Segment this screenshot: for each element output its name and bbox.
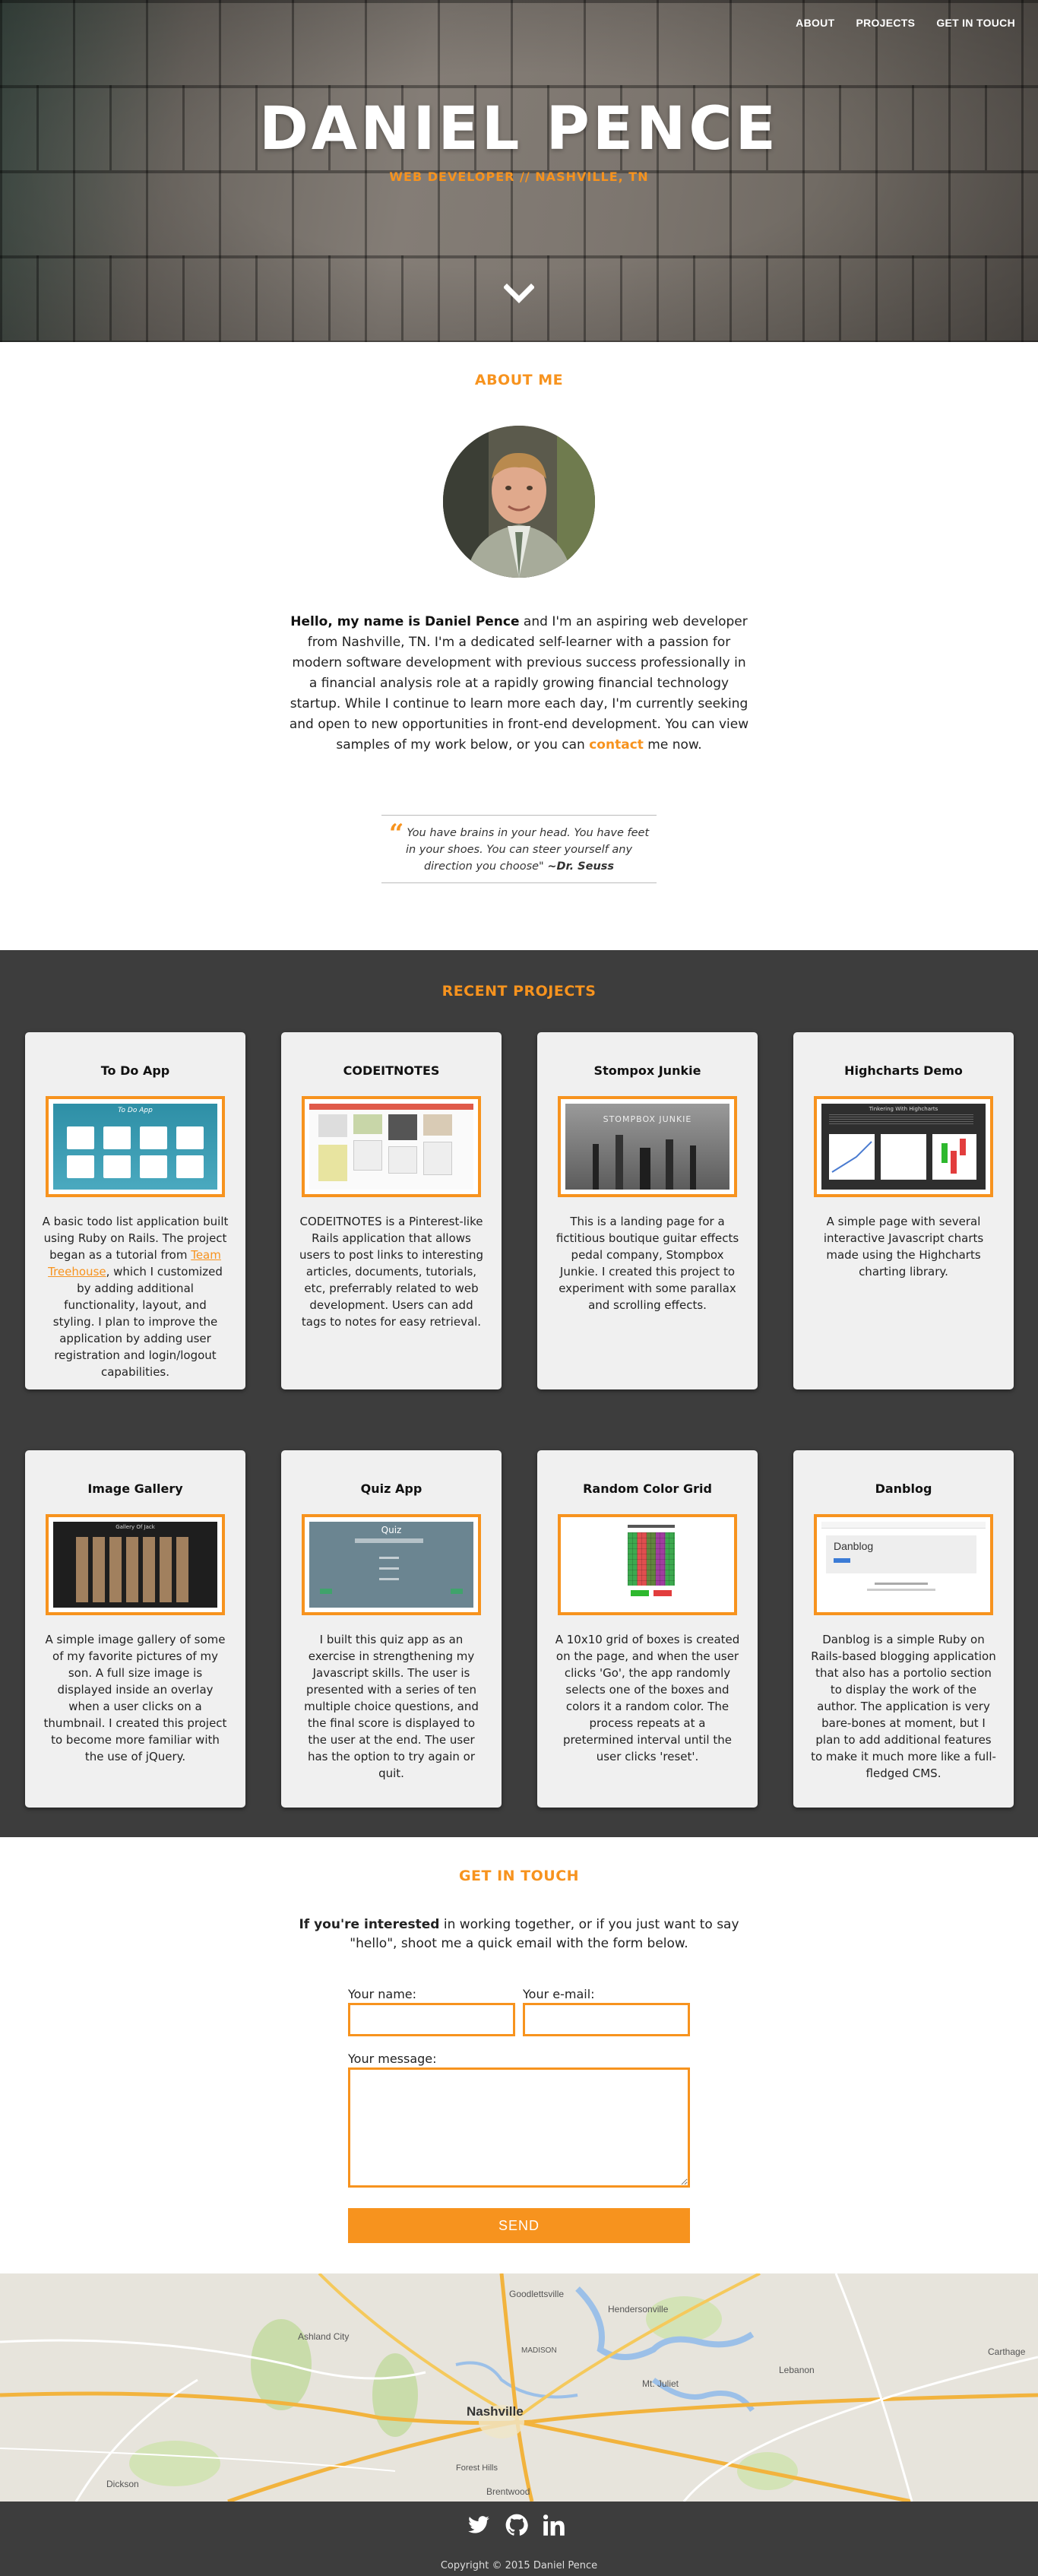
thumb-caption: To Do App [118, 1107, 153, 1114]
send-button[interactable]: SEND [348, 2208, 690, 2243]
project-card-stompbox: Stompox Junkie STOMPBOX JUNKIE This is a… [537, 1032, 758, 1389]
project-description: A basic todo list application built usin… [42, 1213, 229, 1380]
name-field[interactable] [348, 2003, 515, 2036]
avatar [443, 426, 595, 578]
project-description: CODEITNOTES is a Pinterest-like Rails ap… [299, 1215, 483, 1329]
map-canvas [0, 2273, 1038, 2502]
project-card-color-grid: Random Color Grid A 10x10 grid of boxes … [537, 1450, 758, 1808]
seuss-quote: “You have brains in your head. You have … [381, 815, 657, 883]
map-label: Hendersonville [608, 2304, 669, 2315]
quote-author: ~Dr. Seuss [547, 860, 615, 873]
project-description: I built this quiz app as an exercise in … [304, 1633, 479, 1780]
map-label: Dickson [106, 2479, 139, 2489]
hero-subtitle: WEB DEVELOPER // NASHVILLE, TN [389, 170, 649, 184]
line-chart-icon [831, 1141, 872, 1173]
map-label: Brentwood [486, 2486, 530, 2497]
nav-projects[interactable]: PROJECTS [856, 17, 915, 29]
top-nav: ABOUT PROJECTS GET IN TOUCH [796, 17, 1015, 29]
map-label: Ashland City [298, 2331, 350, 2342]
copyright: Copyright © 2015 Daniel Pence [440, 2560, 598, 2571]
project-card-highcharts: Highcharts Demo Tinkering With Highchart… [793, 1032, 1014, 1389]
map-label: MADISON [521, 2346, 557, 2355]
project-thumbnail[interactable]: Gallery Of Jack [46, 1514, 225, 1615]
map-embed[interactable]: Goodlettsville Hendersonville Ashland Ci… [0, 2273, 1038, 2502]
social-links [467, 2514, 566, 2536]
twitter-icon[interactable] [467, 2514, 490, 2536]
map-label: Nashville [467, 2404, 524, 2419]
github-icon[interactable] [505, 2514, 528, 2536]
message-label: Your message: [348, 2052, 437, 2066]
nav-get-in-touch[interactable]: GET IN TOUCH [936, 17, 1015, 29]
map-label: Lebanon [779, 2365, 815, 2375]
thumb-caption: Tinkering With Highcharts [869, 1106, 938, 1112]
about-heading: ABOUT ME [474, 372, 564, 388]
map-label: Mt. Juliet [642, 2378, 679, 2389]
project-title: Danblog [875, 1481, 932, 1496]
linkedin-icon[interactable] [543, 2514, 566, 2536]
project-card-todo: To Do App To Do App A basic todo list ap… [25, 1032, 245, 1389]
map-label: Goodlettsville [509, 2289, 565, 2299]
name-label: Your name: [348, 1987, 417, 2001]
project-card-danblog: Danblog Danblog Danblog is a simple Ruby… [793, 1450, 1014, 1808]
about-paragraph: Hello, my name is Daniel Pence and I'm a… [287, 612, 751, 756]
project-description: This is a landing page for a fictitious … [555, 1215, 739, 1312]
project-description: Danblog is a simple Ruby on Rails-based … [811, 1633, 996, 1780]
about-intro: Hello, my name is Daniel Pence [290, 614, 520, 629]
contact-intro-bold: If you're interested [299, 1917, 440, 1932]
email-field[interactable] [523, 2003, 690, 2036]
project-thumbnail[interactable]: Tinkering With Highcharts [814, 1096, 993, 1197]
project-title: Stompox Junkie [593, 1063, 701, 1078]
project-desc-b: , which I customized by adding additiona… [52, 1265, 223, 1379]
project-title: Highcharts Demo [844, 1063, 963, 1078]
project-title: Random Color Grid [583, 1481, 712, 1496]
project-description: A simple image gallery of some of my fav… [43, 1633, 227, 1763]
thumb-caption: Quiz [381, 1525, 402, 1535]
footer: Copyright © 2015 Daniel Pence [0, 2502, 1038, 2576]
projects-heading: RECENT PROJECTS [441, 983, 597, 1000]
projects-section: RECENT PROJECTS To Do App To Do App A ba… [0, 950, 1038, 1837]
contact-link[interactable]: contact [589, 737, 644, 753]
project-card-gallery: Image Gallery Gallery Of Jack A simple i… [25, 1450, 245, 1808]
portrait-image [443, 426, 595, 578]
project-thumbnail[interactable] [302, 1096, 481, 1197]
project-thumbnail[interactable]: Quiz [302, 1514, 481, 1615]
email-label: Your e-mail: [523, 1987, 595, 2001]
thumb-caption: Danblog [834, 1540, 874, 1552]
hero-title: DANIEL PENCE [259, 95, 779, 163]
project-description: A simple page with several interactive J… [823, 1215, 984, 1278]
quote-icon: “ [388, 819, 404, 849]
project-title: To Do App [100, 1063, 170, 1078]
project-title: CODEITNOTES [343, 1063, 440, 1078]
project-thumbnail[interactable]: Danblog [814, 1514, 993, 1615]
contact-intro: If you're interested in working together… [299, 1915, 739, 1953]
hero-header: ABOUT PROJECTS GET IN TOUCH DANIEL PENCE… [0, 0, 1038, 342]
project-thumbnail[interactable]: To Do App [46, 1096, 225, 1197]
project-thumbnail[interactable] [558, 1514, 737, 1615]
map-label: Forest Hills [456, 2464, 498, 2473]
chevron-down-icon[interactable] [504, 283, 534, 306]
nav-about[interactable]: ABOUT [796, 17, 834, 29]
project-title: Quiz App [360, 1481, 422, 1496]
about-section: ABOUT ME Hello, my name is Daniel Pence … [0, 342, 1038, 950]
thumb-caption: Gallery Of Jack [116, 1524, 155, 1530]
project-thumbnail[interactable]: STOMPBOX JUNKIE [558, 1096, 737, 1197]
project-card-quiz: Quiz App Quiz I built this quiz app as a… [281, 1450, 502, 1808]
contact-heading: GET IN TOUCH [458, 1868, 580, 1884]
about-outro: me now. [643, 737, 702, 753]
project-title: Image Gallery [87, 1481, 183, 1496]
map-label: Carthage [988, 2346, 1026, 2357]
project-description: A 10x10 grid of boxes is created on the … [555, 1633, 740, 1763]
message-field[interactable] [348, 2067, 690, 2188]
contact-section: GET IN TOUCH If you're interested in wor… [0, 1837, 1038, 2273]
about-body: and I'm an aspiring web developer from N… [289, 614, 749, 753]
project-card-codeitnotes: CODEITNOTES CODEITNOTES is a Pinterest-l… [281, 1032, 502, 1389]
thumb-caption: STOMPBOX JUNKIE [603, 1114, 692, 1124]
